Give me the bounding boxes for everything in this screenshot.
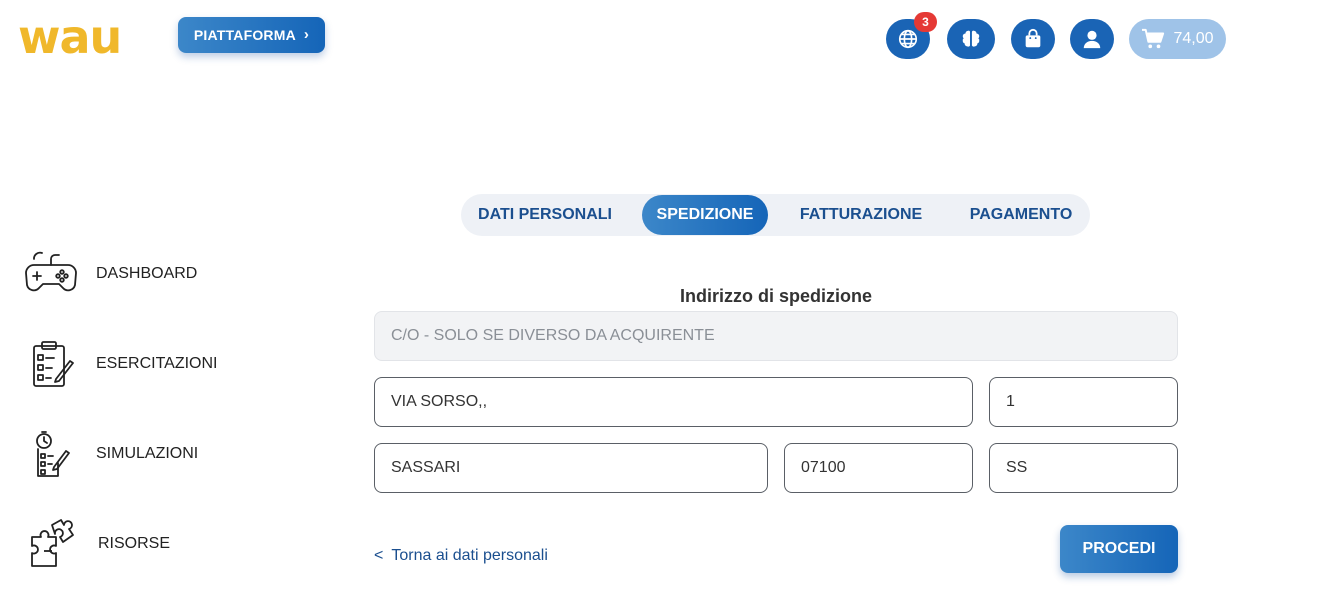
sidebar-item-label: ESERCITAZIONI [96,355,218,372]
brain-icon [962,30,980,47]
user-icon [1083,30,1101,49]
sidebar-item-label: RISORSE [98,535,171,552]
form-title: Indirizzo di spedizione [679,286,872,306]
globe-button[interactable]: 3 [886,12,937,59]
sidebar-item-esercitazioni[interactable]: ESERCITAZIONI [24,337,224,391]
street-field[interactable]: VIA SORSO,, [374,377,973,427]
checkout-steps: DATI PERSONALI SPEDIZIONE FATTURAZIONE P… [461,194,1090,236]
globe-icon [898,29,918,49]
shopping-bag-button[interactable] [1011,19,1055,59]
sidebar-item-label: SIMULAZIONI [96,445,199,462]
brain-button[interactable] [947,19,995,59]
notification-badge: 3 [914,12,937,32]
city-field[interactable]: SASSARI [374,443,768,493]
back-link-label: Torna ai dati personali [391,547,548,564]
platform-button[interactable]: PIATTAFORMA › [178,17,325,53]
back-link[interactable]: < Torna ai dati personali [374,547,548,565]
cart-button[interactable]: 74,00 [1129,19,1226,59]
stopwatch-checklist-icon [36,431,70,477]
tab-dati-personali[interactable]: DATI PERSONALI [465,195,625,235]
sidebar-item-dashboard[interactable]: DASHBOARD [24,247,224,301]
care-of-field[interactable]: C/O - SOLO SE DIVERSO DA ACQUIRENTE [374,311,1178,361]
tab-spedizione[interactable]: SPEDIZIONE [642,195,768,235]
proceed-button[interactable]: PROCEDI [1060,525,1178,573]
cart-total: 74,00 [1173,30,1214,47]
puzzle-icon [31,519,74,567]
user-button[interactable] [1070,19,1114,59]
clipboard-checklist-icon [33,341,74,387]
cart-icon [1142,28,1165,49]
wau-logo[interactable]: wau [18,12,122,62]
tab-fatturazione[interactable]: FATTURAZIONE [785,195,937,235]
shopping-bag-icon [1025,28,1041,48]
chevron-left-icon: < [374,547,384,564]
chevron-right-icon: › [303,25,310,43]
gamepad-icon [25,251,77,292]
sidebar-item-simulazioni[interactable]: SIMULAZIONI [24,427,224,481]
street-number-field[interactable]: 1 [989,377,1178,427]
sidebar-item-label: DASHBOARD [96,265,198,282]
zip-field[interactable]: 07100 [784,443,973,493]
sidebar-item-risorse[interactable]: RISORSE [24,517,224,571]
tab-pagamento[interactable]: PAGAMENTO [955,195,1087,235]
province-field[interactable]: SS [989,443,1178,493]
